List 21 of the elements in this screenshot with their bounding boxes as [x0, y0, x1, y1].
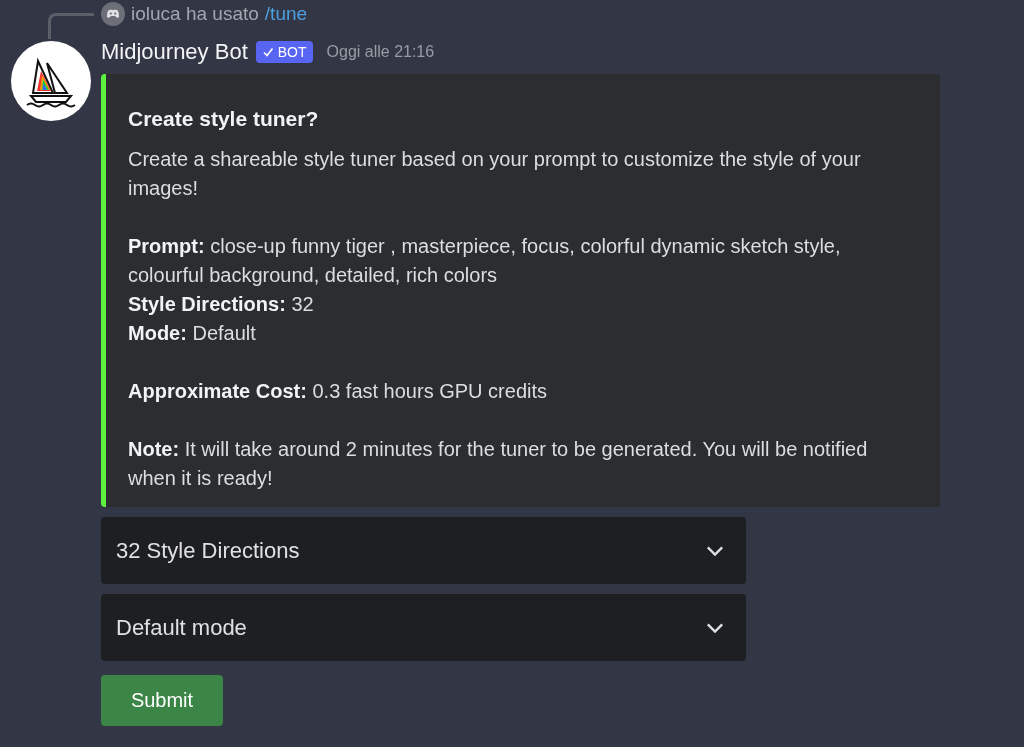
embed-text: Style Directions: 32: [128, 292, 315, 317]
embed-text: Prompt: close-up funny tiger , masterpiece, focus, colorful dynamic sketch style, colourful background, detailed, rich colors: [128, 234, 842, 288]
bot-tag-label: BOT: [277, 44, 307, 60]
checkmark-icon: [261, 46, 274, 58]
sailboat-avatar-icon: [11, 41, 91, 121]
select-menu[interactable]: 32 Style Directions: [101, 517, 746, 584]
embed-text: Note: It will take around 2 minutes for the tuner to be generated. You will be notified when it is ready!: [128, 437, 869, 491]
timestamp: Oggi alle 21:16: [326, 43, 435, 61]
embed-title: Create style tuner?: [128, 106, 320, 132]
command-link[interactable]: /tune: [264, 3, 308, 25]
reply-text: ioluca ha usato: [131, 3, 259, 25]
embed-text: Mode: Default: [128, 321, 257, 346]
submit-button[interactable]: Submit: [101, 675, 223, 726]
select-menu[interactable]: Default mode: [101, 594, 746, 661]
author-name[interactable]: Midjourney Bot: [101, 39, 248, 65]
reply-connector-line: [48, 13, 94, 39]
chevron-down-icon: [706, 544, 724, 557]
controller-icon: [101, 2, 125, 26]
chevron-down-icon: [706, 621, 724, 634]
embed-text: Create a shareable style tuner based on your prompt to customize the style of your images!: [128, 147, 862, 201]
embed-text: Approximate Cost: 0.3 fast hours GPU credits: [128, 379, 548, 404]
